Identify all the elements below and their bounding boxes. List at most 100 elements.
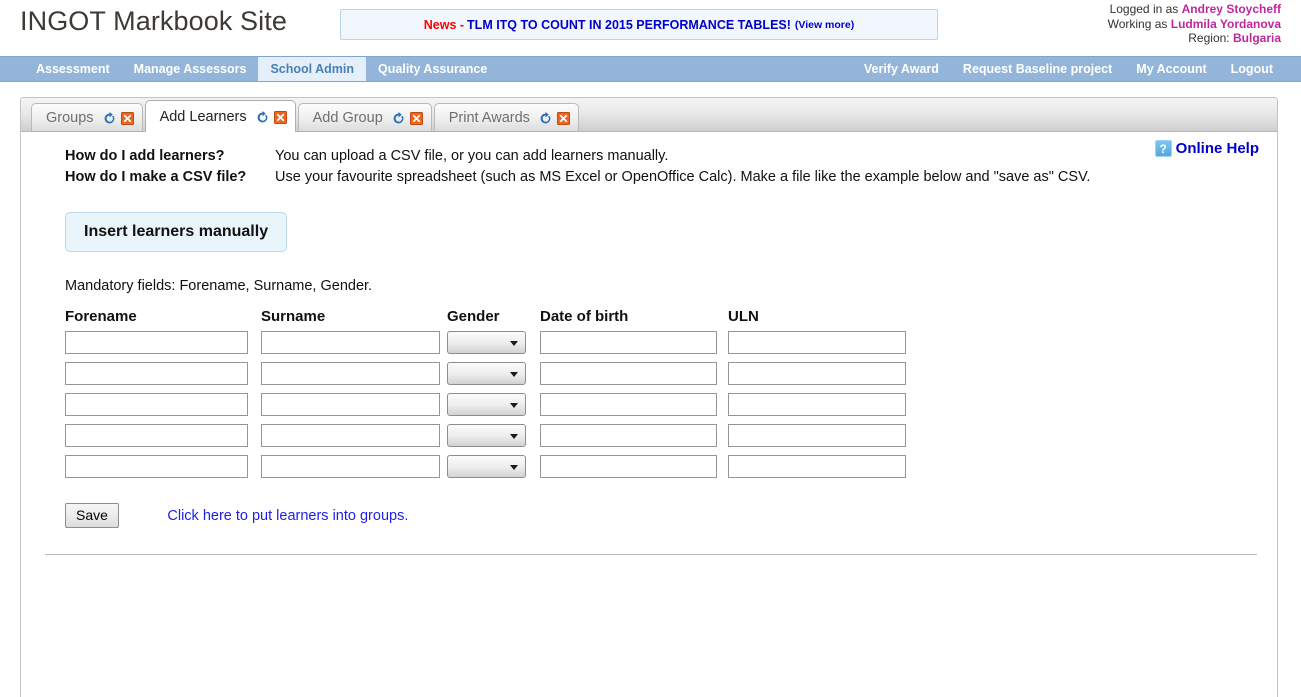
refresh-icon[interactable] <box>256 111 269 124</box>
faq-question: How do I add learners? <box>65 148 225 164</box>
bottom-divider <box>45 554 1257 555</box>
faq-row: How do I make a CSV file? Use your favou… <box>65 167 1165 187</box>
date-of-birth-input[interactable] <box>540 393 717 416</box>
forename-input[interactable] <box>65 362 248 385</box>
uln-input[interactable] <box>728 331 906 354</box>
date-of-birth-input[interactable] <box>540 331 717 354</box>
save-button[interactable]: Save <box>65 503 119 528</box>
date-of-birth-input[interactable] <box>540 362 717 385</box>
uln-input[interactable] <box>728 424 906 447</box>
cell-dob <box>540 362 728 393</box>
cell-surname <box>261 424 447 455</box>
cell-surname <box>261 393 447 424</box>
gender-select[interactable] <box>447 362 526 385</box>
logged-in-label: Logged in as <box>1109 2 1179 16</box>
news-view-more-link[interactable]: (View more) <box>795 19 854 31</box>
uln-input[interactable] <box>728 393 906 416</box>
insert-learners-manually-button[interactable]: Insert learners manually <box>65 212 288 252</box>
refresh-icon[interactable] <box>392 112 405 125</box>
learners-table: Forename Surname Gender Date of birth UL… <box>65 308 910 486</box>
column-header-surname: Surname <box>261 308 326 325</box>
cell-surname <box>261 331 447 362</box>
surname-input[interactable] <box>261 331 440 354</box>
nav-item-request-baseline-project[interactable]: Request Baseline project <box>951 57 1124 81</box>
nav-item-manage-assessors[interactable]: Manage Assessors <box>122 57 259 81</box>
faq-block: How do I add learners? You can upload a … <box>65 146 1165 187</box>
content-panel: Groups Add Learners Add Group Print Awar… <box>20 97 1278 697</box>
gender-select[interactable] <box>447 455 526 478</box>
table-row <box>65 362 910 393</box>
site-title: INGOT Markbook Site <box>20 6 287 36</box>
cell-forename <box>65 424 261 455</box>
region-row: Region: Bulgaria <box>1108 31 1281 46</box>
surname-input[interactable] <box>261 393 440 416</box>
working-as-name: Ludmila Yordanova <box>1170 16 1281 31</box>
uln-input[interactable] <box>728 362 906 385</box>
cell-forename <box>65 362 261 393</box>
surname-input[interactable] <box>261 424 440 447</box>
gender-select[interactable] <box>447 393 526 416</box>
region-label: Region: <box>1188 31 1230 45</box>
tab-print-awards[interactable]: Print Awards <box>433 103 579 131</box>
uln-input[interactable] <box>728 455 906 478</box>
forename-input[interactable] <box>65 393 248 416</box>
nav-item-my-account[interactable]: My Account <box>1124 57 1218 81</box>
faq-answer: Use your favourite spreadsheet (such as … <box>275 169 1091 185</box>
online-help-link[interactable]: ? Online Help <box>1154 140 1259 157</box>
column-header-uln: ULN <box>728 308 759 325</box>
nav-left-group: Assessment Manage Assessors School Admin… <box>24 57 499 81</box>
column-header-forename: Forename <box>65 308 137 325</box>
tab-groups-label: Groups <box>46 109 94 126</box>
forename-input[interactable] <box>65 424 248 447</box>
cell-forename <box>65 331 261 362</box>
nav-item-quality-assurance[interactable]: Quality Assurance <box>366 57 499 81</box>
column-header-gender: Gender <box>447 308 500 325</box>
logged-in-name: Andrey Stoycheff <box>1181 2 1281 16</box>
news-banner[interactable]: News - TLM ITQ TO COUNT IN 2015 PERFORMA… <box>340 9 938 40</box>
news-label: News - <box>423 17 465 32</box>
forename-input[interactable] <box>65 331 248 354</box>
mandatory-fields-note: Mandatory fields: Forename, Surname, Gen… <box>65 278 373 294</box>
nav-item-logout[interactable]: Logout <box>1219 57 1285 81</box>
cell-gender <box>447 424 540 455</box>
close-icon[interactable] <box>409 112 423 125</box>
forename-input[interactable] <box>65 455 248 478</box>
surname-input[interactable] <box>261 455 440 478</box>
gender-select[interactable] <box>447 331 526 354</box>
logged-in-row: Logged in as Andrey Stoycheff <box>1108 2 1281 17</box>
cell-gender <box>447 331 540 362</box>
put-learners-into-groups-link[interactable]: Click here to put learners into groups. <box>167 508 408 524</box>
nav-item-school-admin[interactable]: School Admin <box>258 57 367 81</box>
region-name: Bulgaria <box>1232 31 1281 45</box>
tab-add-group-label: Add Group <box>312 109 383 126</box>
tab-add-learners-label: Add Learners <box>159 108 247 125</box>
cell-dob <box>540 393 728 424</box>
nav-item-verify-award[interactable]: Verify Award <box>852 57 951 81</box>
date-of-birth-input[interactable] <box>540 455 717 478</box>
table-header-row: Forename Surname Gender Date of birth UL… <box>65 308 910 331</box>
tab-print-awards-label: Print Awards <box>448 109 530 126</box>
tab-add-learners[interactable]: Add Learners <box>144 100 296 132</box>
cell-dob <box>540 424 728 455</box>
cell-dob <box>540 331 728 362</box>
question-mark-icon: ? <box>1154 140 1172 157</box>
cell-uln <box>728 455 910 486</box>
cell-uln <box>728 393 910 424</box>
gender-select[interactable] <box>447 424 526 447</box>
cell-forename <box>65 393 261 424</box>
close-icon[interactable] <box>120 112 134 125</box>
close-icon[interactable] <box>556 112 570 125</box>
tab-groups[interactable]: Groups <box>31 103 143 131</box>
refresh-icon[interactable] <box>539 112 552 125</box>
faq-question: How do I make a CSV file? <box>65 169 247 185</box>
nav-right-group: Verify Award Request Baseline project My… <box>852 57 1285 81</box>
close-icon[interactable] <box>273 111 287 124</box>
nav-item-assessment[interactable]: Assessment <box>24 57 122 81</box>
cell-gender <box>447 393 540 424</box>
cell-surname <box>261 455 447 486</box>
cell-uln <box>728 362 910 393</box>
refresh-icon[interactable] <box>103 112 116 125</box>
date-of-birth-input[interactable] <box>540 424 717 447</box>
tab-add-group[interactable]: Add Group <box>297 103 432 131</box>
surname-input[interactable] <box>261 362 440 385</box>
